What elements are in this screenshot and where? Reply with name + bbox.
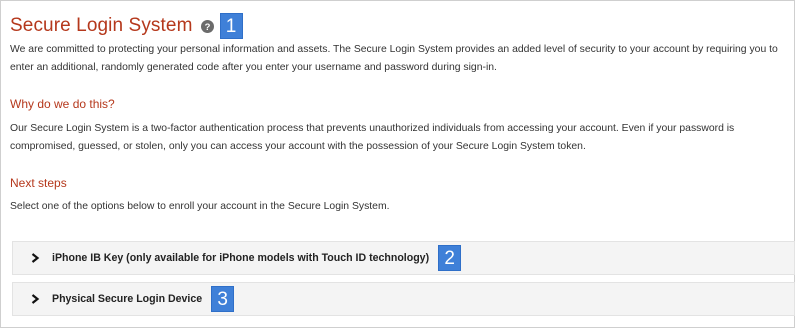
next-steps-paragraph: Select one of the options below to enrol… (10, 201, 390, 212)
why-heading: Why do we do this? (10, 97, 115, 111)
accordion-physical-device[interactable]: Physical Secure Login Device 3 (12, 282, 795, 316)
title-row: Secure Login System ? 1 (10, 13, 243, 39)
svg-text:?: ? (204, 22, 210, 33)
why-paragraph: Our Secure Login System is a two-factor … (10, 123, 735, 152)
next-steps-heading: Next steps (10, 176, 67, 190)
intro-paragraph: We are committed to protecting your pers… (10, 44, 778, 73)
accordion-iphone-ib-key[interactable]: iPhone IB Key (only available for iPhone… (12, 241, 795, 275)
page-title: Secure Login System (10, 15, 193, 36)
secure-login-panel: Secure Login System ? 1 We are committed… (0, 0, 795, 328)
question-circle-icon[interactable]: ? (200, 19, 214, 33)
annotation-marker-3: 3 (211, 286, 235, 312)
accordion-label-device: Physical Secure Login Device (52, 293, 203, 305)
annotation-marker-1: 1 (219, 13, 243, 39)
accordion-label-iphone: iPhone IB Key (only available for iPhone… (52, 252, 430, 264)
annotation-marker-2: 2 (438, 245, 462, 271)
chevron-right-icon (31, 294, 40, 304)
chevron-right-icon (31, 253, 40, 263)
